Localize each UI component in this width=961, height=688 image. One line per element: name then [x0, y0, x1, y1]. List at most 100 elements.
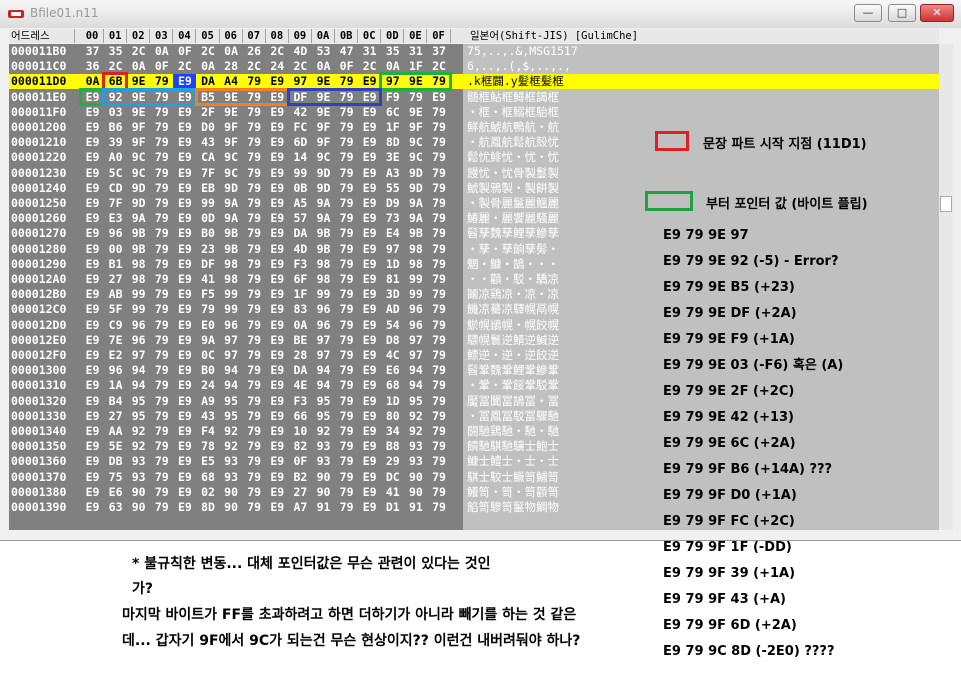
hex-byte[interactable]: 68: [197, 470, 220, 485]
hex-byte[interactable]: 96: [127, 333, 150, 348]
hex-byte[interactable]: E9: [81, 226, 104, 241]
hex-byte[interactable]: D8: [381, 333, 404, 348]
hex-byte[interactable]: E9: [81, 181, 104, 196]
hex-byte[interactable]: 3E: [381, 150, 404, 165]
hex-byte[interactable]: E9: [173, 318, 196, 333]
hex-byte[interactable]: E9: [358, 302, 381, 317]
hex-byte[interactable]: 79: [335, 135, 358, 150]
hex-byte[interactable]: 79: [428, 242, 451, 257]
hex-byte[interactable]: E9: [266, 485, 289, 500]
hex-byte[interactable]: E9: [81, 211, 104, 226]
hex-byte[interactable]: 94: [312, 378, 335, 393]
hex-byte[interactable]: 2C: [173, 59, 196, 74]
hex-byte[interactable]: 1A: [104, 378, 127, 393]
hex-byte[interactable]: 79: [428, 196, 451, 211]
hex-byte[interactable]: 79: [335, 378, 358, 393]
hex-byte[interactable]: 2C: [358, 59, 381, 74]
hex-byte[interactable]: 79: [243, 500, 266, 515]
hex-byte[interactable]: 9F: [127, 135, 150, 150]
hex-byte[interactable]: E9: [173, 196, 196, 211]
hex-byte[interactable]: E0: [197, 318, 220, 333]
hex-byte[interactable]: E9: [266, 150, 289, 165]
hex-byte[interactable]: E9: [358, 226, 381, 241]
hex-byte[interactable]: 0A: [312, 59, 335, 74]
hex-byte[interactable]: D0: [197, 120, 220, 135]
hex-byte[interactable]: 0A: [289, 318, 312, 333]
hex-byte[interactable]: 98: [312, 272, 335, 287]
hex-byte[interactable]: E9: [358, 211, 381, 226]
hex-byte[interactable]: 96: [104, 363, 127, 378]
hex-byte[interactable]: A0: [104, 150, 127, 165]
hex-byte[interactable]: 98: [312, 257, 335, 272]
hex-byte[interactable]: E9: [266, 226, 289, 241]
hex-byte[interactable]: E9: [358, 470, 381, 485]
hex-byte[interactable]: 9D: [404, 181, 427, 196]
hex-byte[interactable]: DC: [381, 470, 404, 485]
hex-byte[interactable]: 90: [220, 500, 243, 515]
hex-byte[interactable]: 37: [81, 44, 104, 59]
hex-byte[interactable]: 79: [150, 454, 173, 469]
hex-byte[interactable]: E9: [173, 394, 196, 409]
hex-byte[interactable]: 9F: [127, 120, 150, 135]
hex-byte[interactable]: 92: [127, 439, 150, 454]
hex-byte[interactable]: 9E: [127, 105, 150, 120]
hex-byte[interactable]: 9A: [404, 196, 427, 211]
hex-byte[interactable]: DB: [104, 454, 127, 469]
hex-byte[interactable]: 79: [428, 211, 451, 226]
hex-byte[interactable]: 0A: [127, 59, 150, 74]
hex-byte[interactable]: 79: [243, 272, 266, 287]
hex-byte[interactable]: 79: [428, 120, 451, 135]
hex-byte[interactable]: E9: [266, 454, 289, 469]
hex-byte[interactable]: 2C: [127, 44, 150, 59]
hex-byte[interactable]: 97: [404, 333, 427, 348]
hex-byte[interactable]: E9: [266, 120, 289, 135]
hex-byte[interactable]: E5: [197, 454, 220, 469]
hex-byte[interactable]: E9: [266, 257, 289, 272]
hex-byte[interactable]: 0C: [197, 348, 220, 363]
hex-byte[interactable]: 28: [220, 59, 243, 74]
hex-byte[interactable]: 79: [335, 318, 358, 333]
hex-byte[interactable]: F3: [289, 394, 312, 409]
hex-byte[interactable]: E9: [173, 439, 196, 454]
hex-byte[interactable]: E9: [266, 394, 289, 409]
hex-byte[interactable]: 79: [335, 424, 358, 439]
hex-byte[interactable]: 95: [312, 394, 335, 409]
hex-byte[interactable]: 96: [312, 302, 335, 317]
hex-byte[interactable]: E9: [81, 287, 104, 302]
hex-byte[interactable]: 94: [127, 378, 150, 393]
hex-byte[interactable]: AB: [104, 287, 127, 302]
hex-byte[interactable]: E9: [358, 485, 381, 500]
hex-byte[interactable]: E9: [173, 105, 196, 120]
hex-byte[interactable]: 91: [312, 500, 335, 515]
hex-byte[interactable]: 9D: [312, 166, 335, 181]
hex-byte[interactable]: 36: [81, 59, 104, 74]
hex-byte[interactable]: 79: [243, 287, 266, 302]
hex-byte[interactable]: C9: [104, 318, 127, 333]
hex-byte[interactable]: E9: [81, 409, 104, 424]
hex-byte[interactable]: E9: [358, 333, 381, 348]
hex-byte[interactable]: 0A: [220, 44, 243, 59]
hex-byte[interactable]: 6F: [289, 272, 312, 287]
hex-byte[interactable]: 35: [381, 44, 404, 59]
hex-byte[interactable]: E9: [358, 409, 381, 424]
hex-byte[interactable]: 4D: [289, 242, 312, 257]
hex-byte[interactable]: 79: [335, 470, 358, 485]
hex-byte[interactable]: 9E: [312, 105, 335, 120]
hex-byte[interactable]: CD: [104, 181, 127, 196]
hex-byte[interactable]: 79: [243, 211, 266, 226]
hex-byte[interactable]: 79: [243, 378, 266, 393]
hex-byte[interactable]: 6C: [381, 105, 404, 120]
hex-byte[interactable]: E9: [266, 470, 289, 485]
table-row[interactable]: 000011B0 37 35 2C 0A 0F 2C 0A 26 2C 4D 53 47 31 35 31 37…: [9, 44, 939, 59]
hex-byte[interactable]: 73: [381, 211, 404, 226]
hex-byte[interactable]: BE: [289, 333, 312, 348]
hex-byte[interactable]: E9: [358, 454, 381, 469]
hex-byte[interactable]: 9C: [127, 166, 150, 181]
hex-byte[interactable]: 79: [335, 348, 358, 363]
hex-byte[interactable]: E9: [81, 454, 104, 469]
hex-byte[interactable]: E9: [266, 318, 289, 333]
hex-byte[interactable]: 54: [381, 318, 404, 333]
hex-byte[interactable]: E9: [266, 272, 289, 287]
hex-byte[interactable]: 0B: [289, 181, 312, 196]
hex-byte[interactable]: 99: [220, 302, 243, 317]
